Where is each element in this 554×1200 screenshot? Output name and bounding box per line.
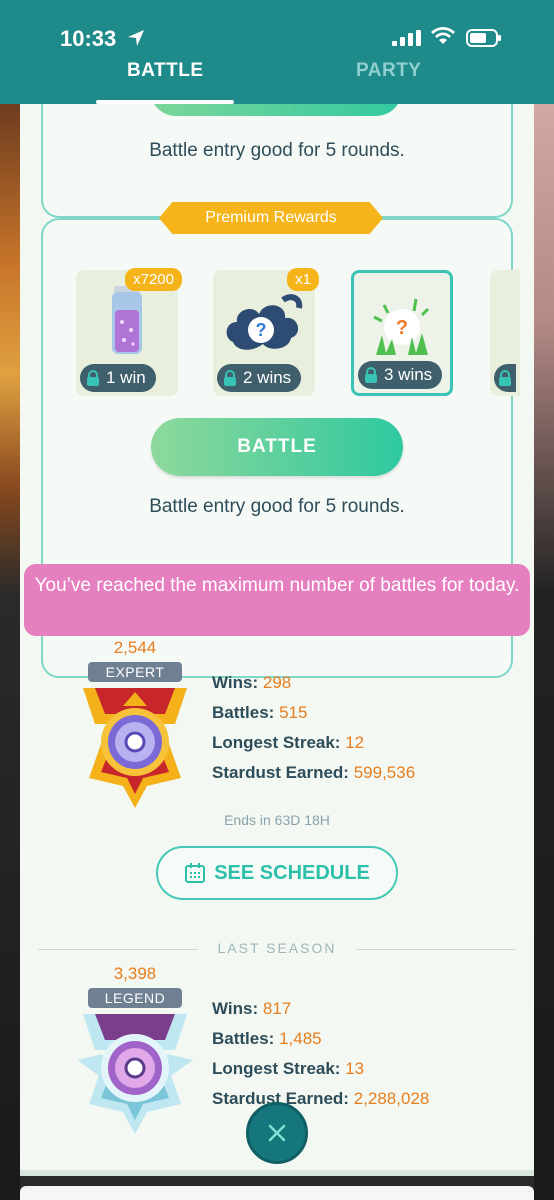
close-button[interactable] <box>246 1102 308 1164</box>
status-time: 10:33 <box>60 26 117 51</box>
rank-label: LEGEND <box>88 988 182 1008</box>
last-season-stats: Wins: 817 Battles: 1,485 Longest Streak:… <box>212 994 429 1114</box>
wins-label: 2 wins <box>243 368 292 387</box>
stardust-row: Stardust Earned: 2,288,028 <box>212 1089 430 1108</box>
top-bar: 10:33 BATTLE PARTY <box>0 0 554 104</box>
previous-battle-button[interactable] <box>150 104 402 116</box>
reward-tile[interactable]: ? x1 2 wins <box>213 268 319 396</box>
svg-text:?: ? <box>396 317 408 339</box>
lock-icon <box>499 370 511 386</box>
see-schedule-label: SEE SCHEDULE <box>214 861 370 884</box>
tab-party[interactable]: PARTY <box>356 60 421 82</box>
stardust-value: 2,288,028 <box>353 1089 430 1108</box>
wifi-icon <box>431 27 455 44</box>
max-battles-notice: You’ve reached the maximum number of bat… <box>24 564 530 636</box>
lock-icon <box>365 367 377 383</box>
streak-value: 13 <box>345 1059 365 1078</box>
mystery-encounter-icon: ? <box>373 298 430 355</box>
wins-value: 817 <box>262 999 292 1018</box>
entry-info-text: Battle entry good for 5 rounds. <box>149 140 405 161</box>
battle-button[interactable]: BATTLE <box>151 418 403 476</box>
battle-panel[interactable]: Battle entry good for 5 rounds. Premium … <box>20 104 534 1172</box>
tab-battle[interactable]: BATTLE <box>127 60 204 82</box>
reward-count-badge: x1 <box>287 268 319 291</box>
wins-requirement-pill: 3 wins <box>358 361 443 389</box>
streak-row: Longest Streak: 13 <box>212 1059 365 1078</box>
location-arrow-icon <box>128 30 144 46</box>
current-stats: Wins: 298 Battles: 515 Longest Streak: 1… <box>212 668 415 788</box>
wins-label: 1 win <box>106 368 146 387</box>
expert-medal-icon <box>83 688 187 808</box>
background-right <box>534 100 554 1200</box>
reward-count-badge: x7200 <box>125 268 182 291</box>
wins-label: 3 wins <box>384 365 433 384</box>
stardust-row: Stardust Earned: 599,536 <box>212 763 416 782</box>
reward-tile[interactable]: x7200 1 win <box>76 268 182 396</box>
last-season-divider: LAST SEASON <box>38 940 516 960</box>
rank-label: EXPERT <box>88 662 182 682</box>
reward-tile-selected[interactable]: ? 3 wins <box>351 270 453 396</box>
wins-row: Wins: 817 <box>212 999 292 1018</box>
lock-icon <box>224 370 236 386</box>
svg-text:?: ? <box>256 320 267 340</box>
rating-value: 3,398 <box>113 964 157 983</box>
panel-bottom-edge <box>20 1170 534 1176</box>
stardust-value: 599,536 <box>353 763 416 782</box>
lock-icon <box>87 370 99 386</box>
battles-value: 515 <box>279 703 308 722</box>
see-schedule-button[interactable]: SEE SCHEDULE <box>156 846 398 900</box>
last-season-label: LAST SEASON <box>217 940 337 956</box>
season-ends-text: Ends in 63D 18H <box>224 812 330 828</box>
wins-row: Wins: 298 <box>212 673 292 692</box>
battles-value: 1,485 <box>279 1029 322 1048</box>
signal-icon <box>392 30 421 46</box>
stardust-jar-icon <box>112 286 142 354</box>
wins-value: 298 <box>262 673 292 692</box>
next-panel-edge <box>20 1186 534 1200</box>
legend-medal-icon <box>77 1014 193 1134</box>
streak-row: Longest Streak: 12 <box>212 733 365 752</box>
battles-row: Battles: 515 <box>212 703 308 722</box>
entry-info-text: Battle entry good for 5 rounds. <box>149 496 405 517</box>
reward-tile[interactable] <box>490 270 520 396</box>
divider-line <box>356 949 516 950</box>
premium-rewards-banner: Premium Rewards <box>159 202 383 234</box>
rating-value: 2,544 <box>113 638 157 657</box>
battles-row: Battles: 1,485 <box>212 1029 322 1048</box>
streak-value: 12 <box>345 733 365 752</box>
wins-requirement-pill: 1 win <box>80 364 156 392</box>
wins-requirement-pill: 2 wins <box>217 364 302 392</box>
mystery-cloud-icon: ? <box>226 294 303 350</box>
wins-requirement-pill <box>494 364 516 392</box>
background-left <box>0 100 20 1200</box>
close-icon <box>268 1124 286 1142</box>
battery-icon <box>466 29 501 47</box>
calendar-icon <box>185 863 206 883</box>
tab-active-indicator <box>96 100 234 104</box>
